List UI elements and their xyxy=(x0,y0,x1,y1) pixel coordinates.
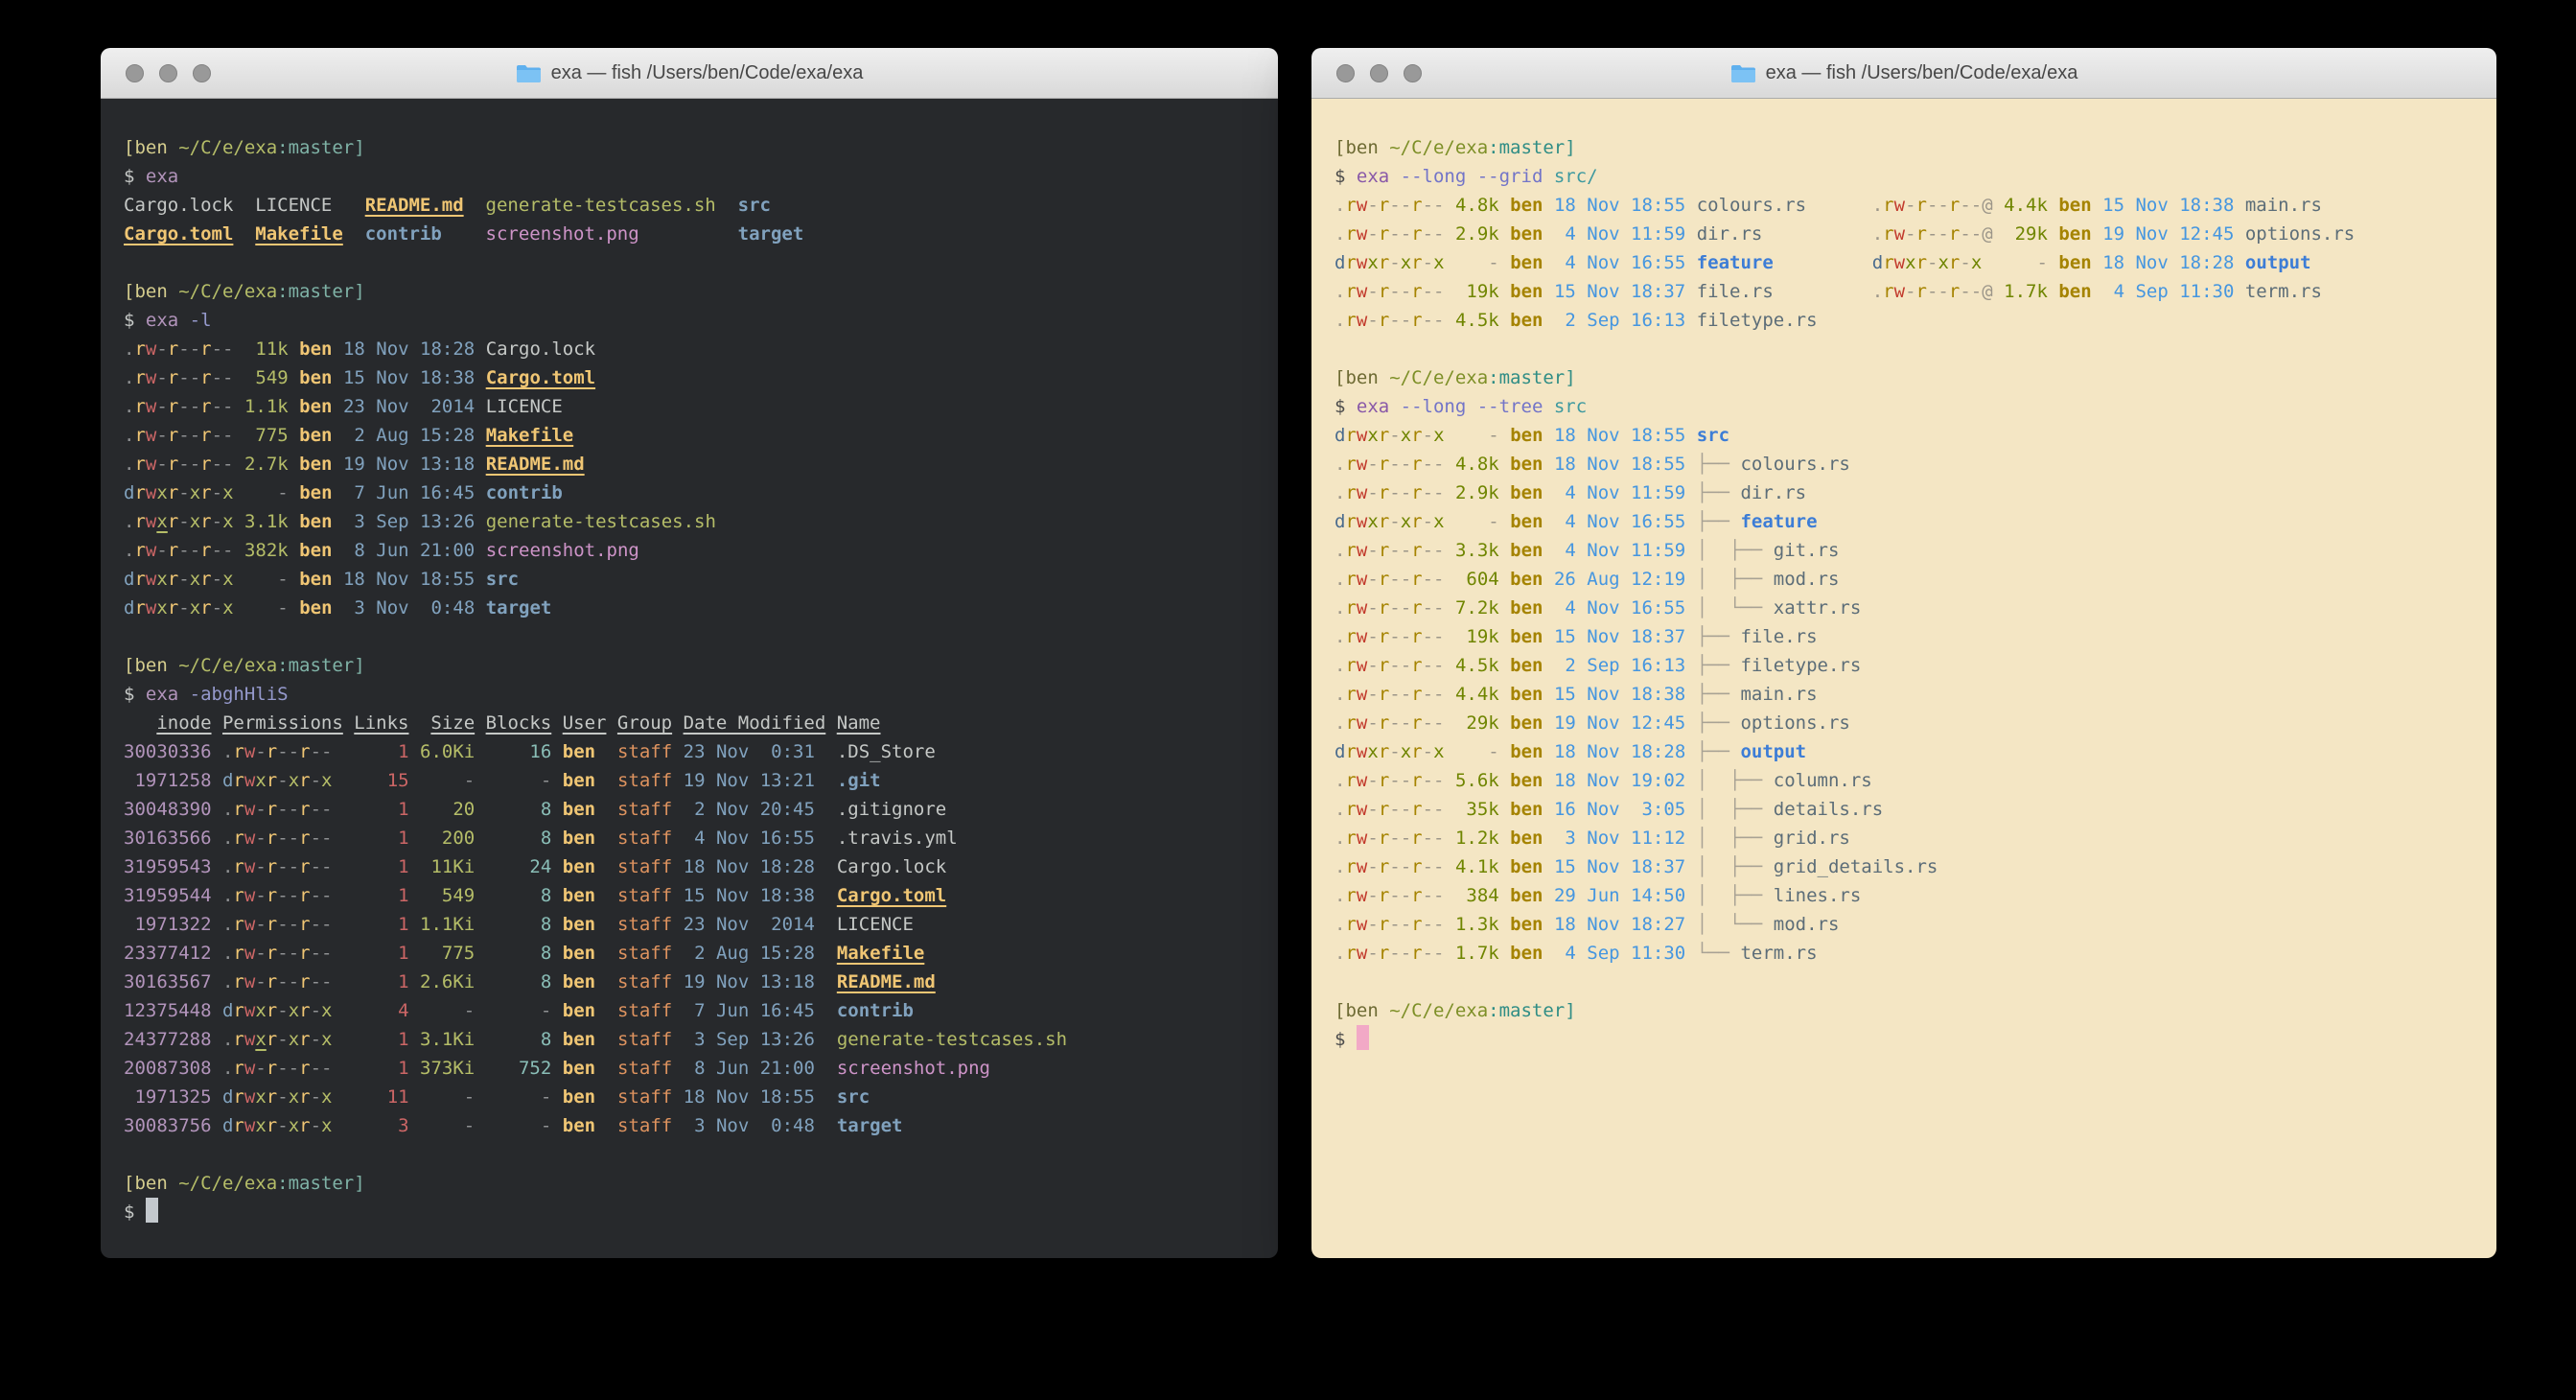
terminal-line: .rw-r--r-- 35k ben 16 Nov 3:05 │ ├── det… xyxy=(1334,795,2496,824)
terminal-line: $ exa --long --grid src/ xyxy=(1334,162,2496,191)
terminal-line xyxy=(124,248,1278,277)
titlebar-light[interactable]: exa — fish /Users/ben/Code/exa/exa xyxy=(1311,48,2496,99)
terminal-line: .rw-r--r-- 382k ben 8 Jun 21:00 screensh… xyxy=(124,536,1278,565)
terminal-line: [ben ~/C/e/exa:master] xyxy=(1334,363,2496,392)
terminal-line: 30030336 .rw-r--r-- 1 6.0Ki 16 ben staff… xyxy=(124,737,1278,766)
terminal-line: .rw-r--r-- 2.9k ben 4 Nov 11:59 ├── dir.… xyxy=(1334,478,2496,507)
terminal-line: [ben ~/C/e/exa:master] xyxy=(124,651,1278,680)
terminal-line: .rw-r--r-- 19k ben 15 Nov 18:37 ├── file… xyxy=(1334,622,2496,651)
folder-icon xyxy=(1730,63,1756,83)
terminal-line: 12375448 drwxr-xr-x 4 - - ben staff 7 Ju… xyxy=(124,996,1278,1025)
terminal-line: drwxr-xr-x - ben 18 Nov 18:55 src xyxy=(124,565,1278,594)
terminal-line: 30048390 .rw-r--r-- 1 20 8 ben staff 2 N… xyxy=(124,795,1278,824)
terminal-line: [ben ~/C/e/exa:master] xyxy=(1334,996,2496,1025)
terminal-line: 31959544 .rw-r--r-- 1 549 8 ben staff 15… xyxy=(124,881,1278,910)
terminal-line: .rw-r--r-- 11k ben 18 Nov 18:28 Cargo.lo… xyxy=(124,335,1278,363)
terminal-line: 31959543 .rw-r--r-- 1 11Ki 24 ben staff … xyxy=(124,852,1278,881)
traffic-lights xyxy=(126,48,211,98)
terminal-line: .rwxr-xr-x 3.1k ben 3 Sep 13:26 generate… xyxy=(124,507,1278,536)
terminal-window-light[interactable]: exa — fish /Users/ben/Code/exa/exa [ben … xyxy=(1311,48,2496,1258)
terminal-body-light[interactable]: [ben ~/C/e/exa:master]$ exa --long --gri… xyxy=(1311,99,2496,1258)
terminal-line: $ exa --long --tree src xyxy=(1334,392,2496,421)
terminal-line: inode Permissions Links Size Blocks User… xyxy=(124,709,1278,737)
terminal-line: .rw-r--r-- 4.8k ben 18 Nov 18:55 colours… xyxy=(1334,191,2496,220)
terminal-line: 20087308 .rw-r--r-- 1 373Ki 752 ben staf… xyxy=(124,1054,1278,1083)
terminal-line: $ exa xyxy=(124,162,1278,191)
terminal-line: .rw-r--r-- 4.4k ben 15 Nov 18:38 ├── mai… xyxy=(1334,680,2496,709)
terminal-line: .rw-r--r-- 2.7k ben 19 Nov 13:18 README.… xyxy=(124,450,1278,478)
terminal-line: [ben ~/C/e/exa:master] xyxy=(124,133,1278,162)
terminal-line: 30163567 .rw-r--r-- 1 2.6Ki 8 ben staff … xyxy=(124,968,1278,996)
terminal-line: drwxr-xr-x - ben 4 Nov 16:55 feature drw… xyxy=(1334,248,2496,277)
folder-icon xyxy=(516,63,542,83)
terminal-line: .rw-r--r-- 4.1k ben 15 Nov 18:37 │ ├── g… xyxy=(1334,852,2496,881)
terminal-line: [ben ~/C/e/exa:master] xyxy=(124,277,1278,306)
terminal-line xyxy=(1334,105,2496,133)
title-area: exa — fish /Users/ben/Code/exa/exa xyxy=(516,62,864,84)
terminal-line: .rw-r--r-- 4.8k ben 18 Nov 18:55 ├── col… xyxy=(1334,450,2496,478)
terminal-line: .rw-r--r-- 5.6k ben 18 Nov 19:02 │ ├── c… xyxy=(1334,766,2496,795)
terminal-line: drwxr-xr-x - ben 18 Nov 18:28 ├── output xyxy=(1334,737,2496,766)
terminal-line: 1971322 .rw-r--r-- 1 1.1Ki 8 ben staff 2… xyxy=(124,910,1278,939)
terminal-line: $ exa -abghHliS xyxy=(124,680,1278,709)
terminal-line: 23377412 .rw-r--r-- 1 775 8 ben staff 2 … xyxy=(124,939,1278,968)
terminal-line: .rw-r--r-- 2.9k ben 4 Nov 11:59 dir.rs .… xyxy=(1334,220,2496,248)
cursor-block xyxy=(146,1198,158,1223)
terminal-line: 1971258 drwxr-xr-x 15 - - ben staff 19 N… xyxy=(124,766,1278,795)
terminal-line: .rw-r--r-- 1.2k ben 3 Nov 11:12 │ ├── gr… xyxy=(1334,824,2496,852)
terminal-line: .rw-r--r-- 4.5k ben 2 Sep 16:13 filetype… xyxy=(1334,306,2496,335)
terminal-line xyxy=(124,105,1278,133)
titlebar-dark[interactable]: exa — fish /Users/ben/Code/exa/exa xyxy=(101,48,1278,99)
terminal-line: drwxr-xr-x - ben 7 Jun 16:45 contrib xyxy=(124,478,1278,507)
terminal-line: .rw-r--r-- 7.2k ben 4 Nov 16:55 │ └── xa… xyxy=(1334,594,2496,622)
terminal-line: .rw-r--r-- 29k ben 19 Nov 12:45 ├── opti… xyxy=(1334,709,2496,737)
terminal-line: drwxr-xr-x - ben 18 Nov 18:55 src xyxy=(1334,421,2496,450)
terminal-line: [ben ~/C/e/exa:master] xyxy=(124,1169,1278,1198)
terminal-window-dark[interactable]: exa — fish /Users/ben/Code/exa/exa [ben … xyxy=(101,48,1278,1258)
terminal-line: Cargo.lock LICENCE README.md generate-te… xyxy=(124,191,1278,220)
terminal-line: 30083756 drwxr-xr-x 3 - - ben staff 3 No… xyxy=(124,1111,1278,1140)
minimize-button[interactable] xyxy=(1370,64,1388,82)
terminal-line: drwxr-xr-x - ben 4 Nov 16:55 ├── feature xyxy=(1334,507,2496,536)
close-button[interactable] xyxy=(126,64,144,82)
minimize-button[interactable] xyxy=(159,64,177,82)
window-title: exa — fish /Users/ben/Code/exa/exa xyxy=(551,62,864,84)
terminal-line xyxy=(124,1140,1278,1169)
terminal-line: .rw-r--r-- 19k ben 15 Nov 18:37 file.rs … xyxy=(1334,277,2496,306)
terminal-line: $ xyxy=(1334,1025,2496,1054)
terminal-line: .rw-r--r-- 775 ben 2 Aug 15:28 Makefile xyxy=(124,421,1278,450)
terminal-line xyxy=(124,622,1278,651)
title-area: exa — fish /Users/ben/Code/exa/exa xyxy=(1730,62,2078,84)
terminal-line: .rw-r--r-- 4.5k ben 2 Sep 16:13 ├── file… xyxy=(1334,651,2496,680)
window-title: exa — fish /Users/ben/Code/exa/exa xyxy=(1766,62,2078,84)
terminal-line: .rw-r--r-- 1.7k ben 4 Sep 11:30 └── term… xyxy=(1334,939,2496,968)
terminal-line: .rw-r--r-- 604 ben 26 Aug 12:19 │ ├── mo… xyxy=(1334,565,2496,594)
terminal-line: .rw-r--r-- 1.3k ben 18 Nov 18:27 │ └── m… xyxy=(1334,910,2496,939)
zoom-button[interactable] xyxy=(193,64,211,82)
terminal-body-dark[interactable]: [ben ~/C/e/exa:master]$ exaCargo.lock LI… xyxy=(101,99,1278,1258)
terminal-line: drwxr-xr-x - ben 3 Nov 0:48 target xyxy=(124,594,1278,622)
terminal-line: [ben ~/C/e/exa:master] xyxy=(1334,133,2496,162)
desktop-background: exa — fish /Users/ben/Code/exa/exa [ben … xyxy=(0,0,2576,1400)
terminal-line: .rw-r--r-- 549 ben 15 Nov 18:38 Cargo.to… xyxy=(124,363,1278,392)
close-button[interactable] xyxy=(1336,64,1355,82)
traffic-lights xyxy=(1336,48,1422,98)
terminal-line: Cargo.toml Makefile contrib screenshot.p… xyxy=(124,220,1278,248)
terminal-line: 30163566 .rw-r--r-- 1 200 8 ben staff 4 … xyxy=(124,824,1278,852)
terminal-line: .rw-r--r-- 384 ben 29 Jun 14:50 │ ├── li… xyxy=(1334,881,2496,910)
terminal-line: .rw-r--r-- 3.3k ben 4 Nov 11:59 │ ├── gi… xyxy=(1334,536,2496,565)
cursor-block xyxy=(1357,1025,1369,1050)
zoom-button[interactable] xyxy=(1404,64,1422,82)
terminal-line xyxy=(1334,335,2496,363)
terminal-line xyxy=(1334,968,2496,996)
terminal-line: .rw-r--r-- 1.1k ben 23 Nov 2014 LICENCE xyxy=(124,392,1278,421)
terminal-line: $ xyxy=(124,1198,1278,1226)
terminal-line: 24377288 .rwxr-xr-x 1 3.1Ki 8 ben staff … xyxy=(124,1025,1278,1054)
terminal-line: $ exa -l xyxy=(124,306,1278,335)
terminal-line: 1971325 drwxr-xr-x 11 - - ben staff 18 N… xyxy=(124,1083,1278,1111)
